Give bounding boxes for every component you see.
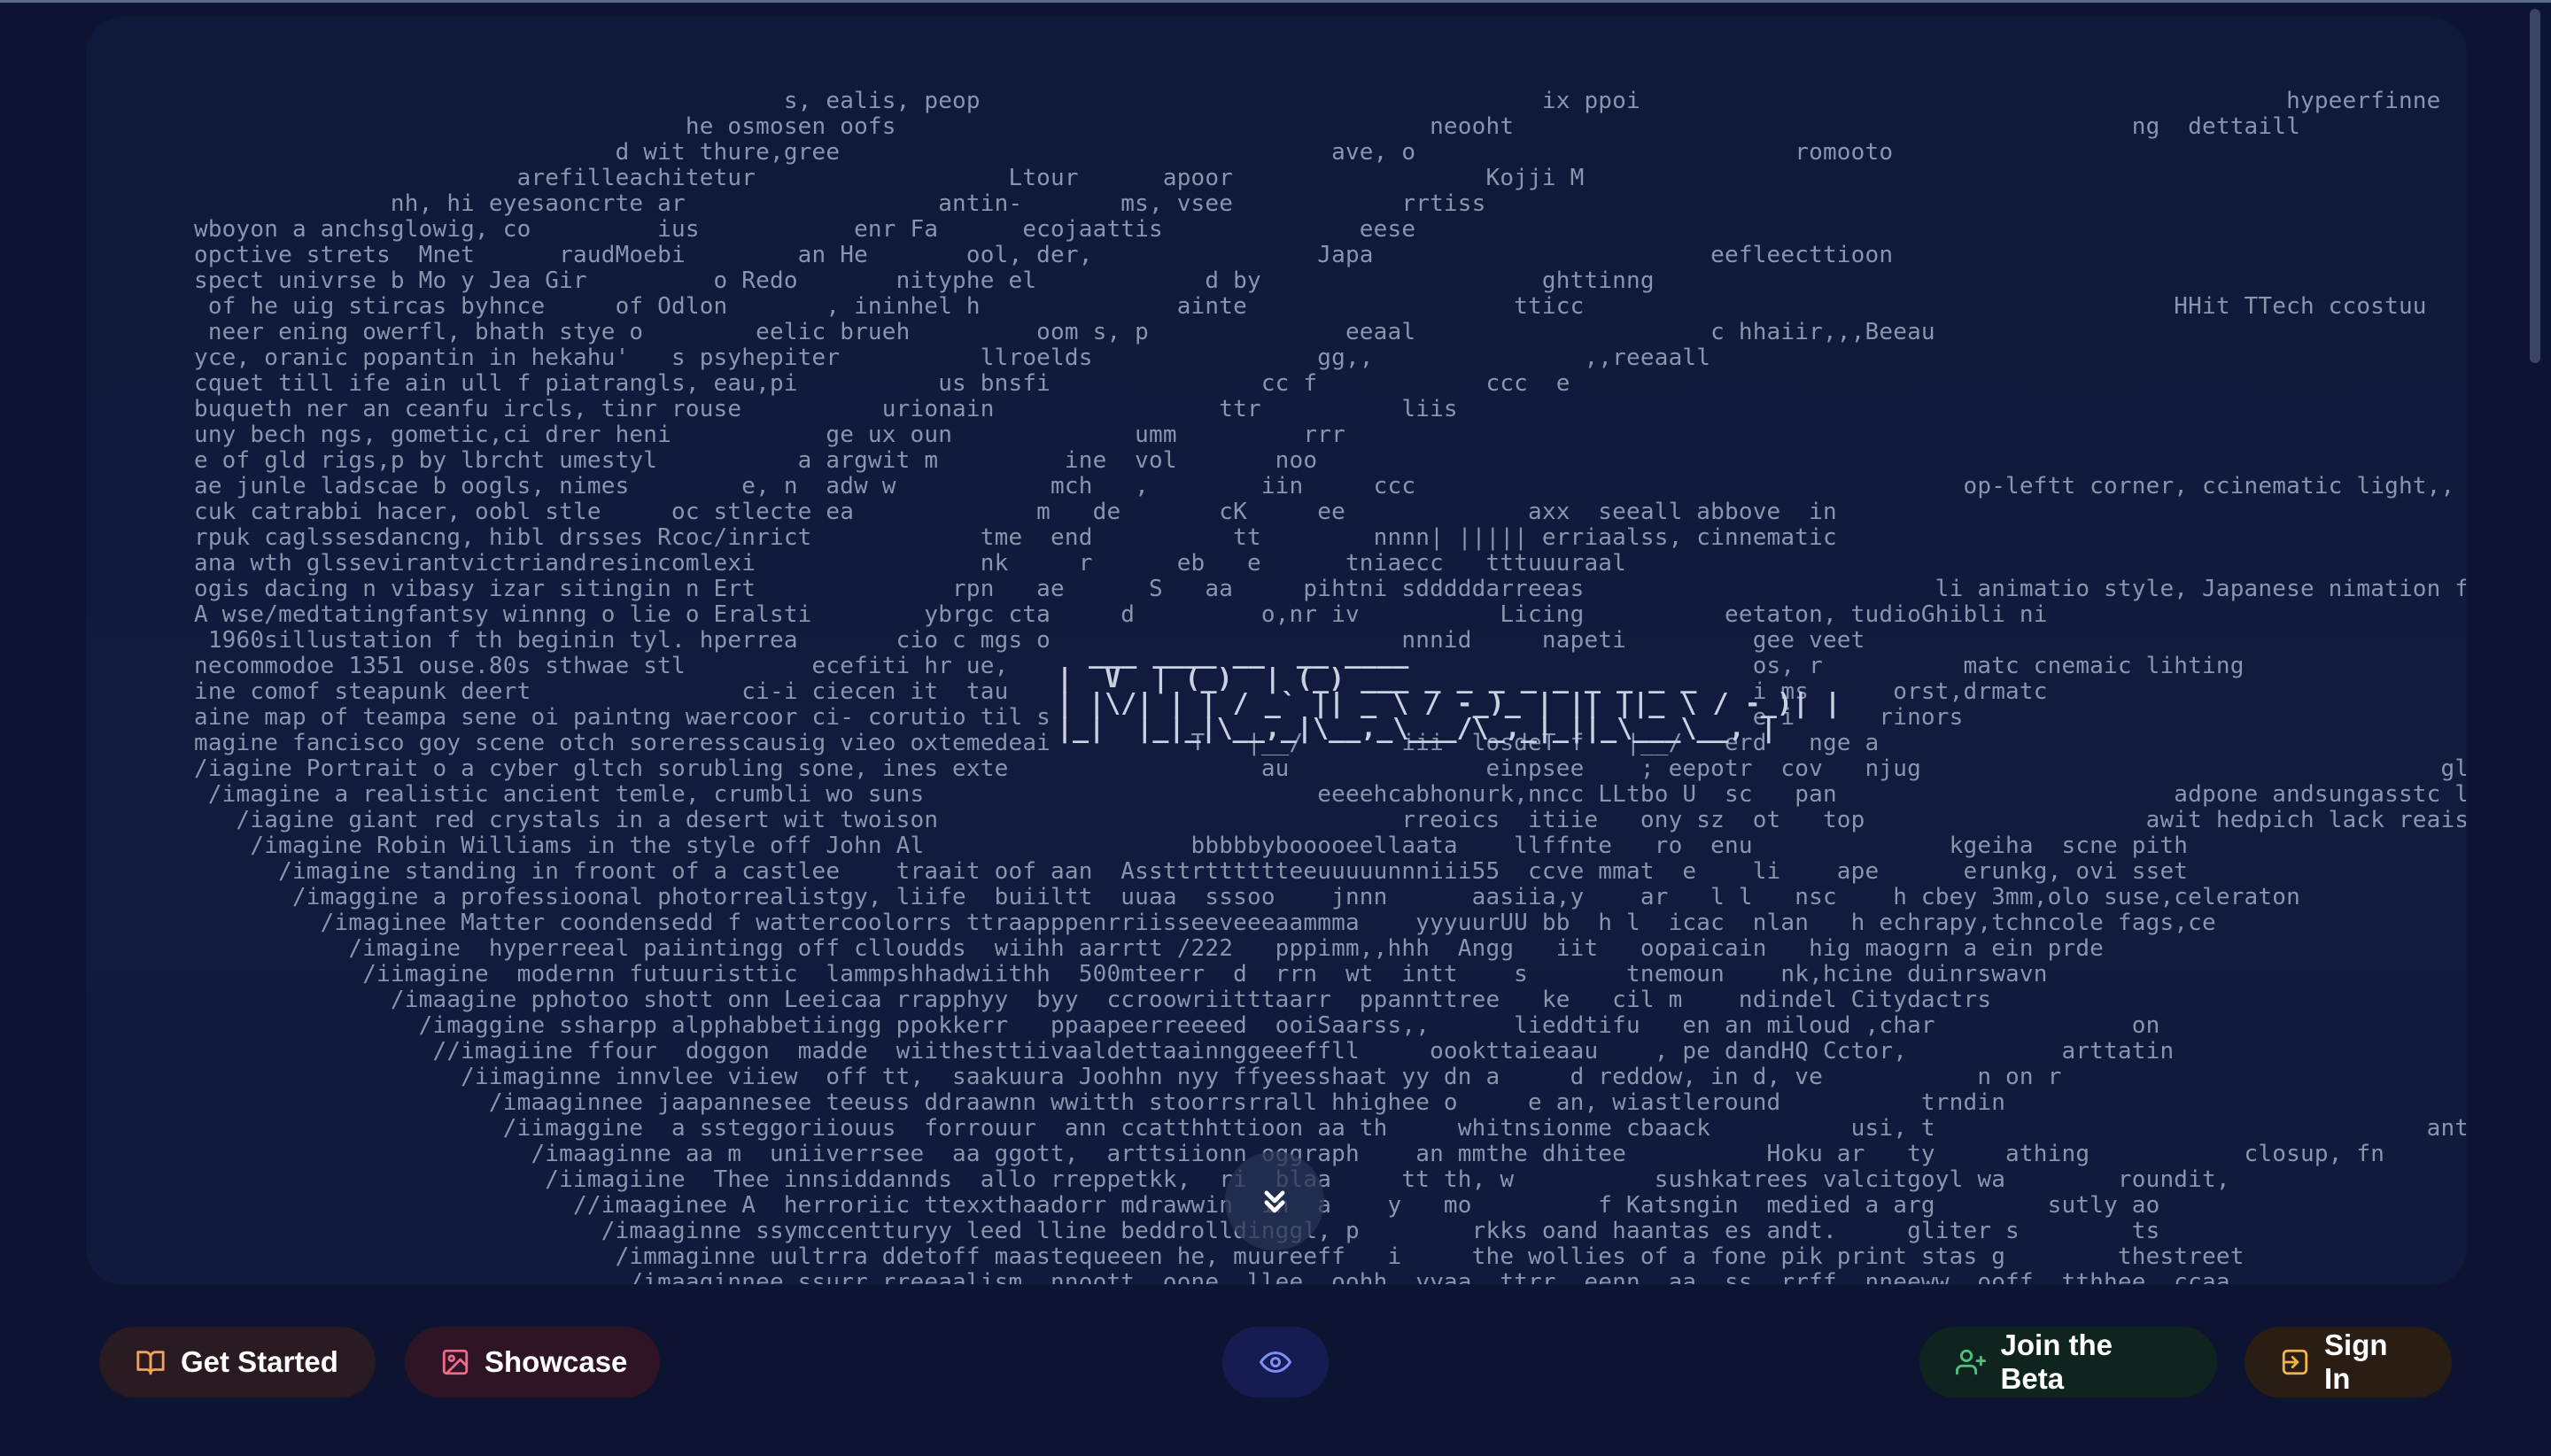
ascii-line: spect univrse b Mo y Jea Gir o Redo nity… bbox=[96, 267, 1655, 294]
ascii-line: of he uig stircas byhnce of Odlon , inin… bbox=[96, 293, 2427, 320]
chevrons-down-icon bbox=[1264, 1190, 1285, 1213]
ascii-line: /imaginee Matter coondensedd f wattercoo… bbox=[96, 910, 2216, 936]
get-started-label: Get Started bbox=[181, 1345, 338, 1378]
ascii-line: /iimaginne innvlee viiew off tt, saakuur… bbox=[96, 1064, 2062, 1090]
scroll-down-button[interactable] bbox=[1225, 1151, 1324, 1251]
window-top-border bbox=[0, 0, 2551, 3]
showcase-label: Showcase bbox=[485, 1345, 628, 1378]
ascii-line: /iimagine modernn futuuristtic lammpshha… bbox=[96, 961, 2048, 987]
ascii-line: /imaaginnee jaapannesee teeuss ddraawnn … bbox=[96, 1089, 2466, 1116]
book-open-icon bbox=[135, 1346, 167, 1378]
sign-in-button[interactable]: Sign In bbox=[2245, 1327, 2452, 1398]
ascii-line: cuk catrabbi hacer, oobl stle oc stlecte… bbox=[96, 499, 1837, 525]
ascii-line: neer ening owerfl, bhath stye o eelic br… bbox=[96, 319, 1935, 345]
ascii-art-panel: s, ealis, peop ix ppoi hypeerfinne he os… bbox=[87, 18, 2466, 1284]
ascii-line: /imagine Robin Williams in the style off… bbox=[96, 833, 2189, 859]
ascii-line: A wse/medtatingfantsy winnng o lie o Era… bbox=[96, 601, 2048, 628]
toggle-view-button[interactable] bbox=[1222, 1327, 1329, 1398]
join-beta-button[interactable]: Join the Beta bbox=[1919, 1327, 2217, 1398]
ascii-line: arefilleachitetur Ltour apoor Kojji M bbox=[96, 165, 1585, 191]
ascii-line: /iagine giant red crystals in a desert w… bbox=[96, 807, 2466, 833]
ascii-line: ana wth glssevirantvictriandresincomlexi… bbox=[96, 550, 1627, 577]
ascii-line: /imaaginnee ssurr rreeaalism nnoott oone… bbox=[96, 1269, 2230, 1285]
ascii-line: /imaggine ssharpp alpphabbetiingg ppokke… bbox=[96, 1012, 2160, 1039]
ascii-line: /imagine standing in froont of a castlee… bbox=[96, 858, 2189, 885]
ascii-line: /imaagine pphotoo shott onn Leeicaa rrap… bbox=[96, 987, 1992, 1013]
ascii-line: yce, oranic popantin in hekahu' s psyhep… bbox=[96, 345, 1711, 371]
get-started-button[interactable]: Get Started bbox=[99, 1327, 376, 1398]
user-plus-icon bbox=[1955, 1346, 1987, 1378]
ascii-line: //imagiine ffour doggon madde wiithestti… bbox=[96, 1038, 2175, 1065]
eye-icon bbox=[1260, 1346, 1291, 1378]
scrollbar-thumb[interactable] bbox=[2530, 9, 2540, 363]
ascii-line: ogis dacing n vibasy izar sitingin n Ert… bbox=[96, 576, 2466, 602]
ascii-line: /imagine hyperreeal paiintingg off cllou… bbox=[96, 935, 2105, 962]
midjourney-ascii-logo: ___ ____ __ __ ____ | V | (_) | (_) ___ … bbox=[1057, 639, 1842, 744]
ascii-line: opctive strets Mnet raudMoebi an He ool,… bbox=[96, 242, 1894, 268]
join-beta-label: Join the Beta bbox=[2000, 1328, 2113, 1395]
ascii-line: rpuk caglssesdancng, hibl drsses Rcoc/in… bbox=[96, 524, 1837, 551]
ascii-line: s, ealis, peop ix ppoi hypeerfinne bbox=[96, 88, 2441, 114]
ascii-line: wboyon a anchsglowig, co ius enr Fa ecoj… bbox=[96, 216, 1416, 243]
ascii-line: /imaggine a professioonal photorrealistg… bbox=[96, 884, 2300, 910]
ascii-line: nh, hi eyesaoncrte ar antin- ms, vsee rr… bbox=[96, 190, 1486, 217]
ascii-line: e of gld rigs,p by lbrcht umestyl a argw… bbox=[96, 447, 1318, 474]
ascii-line: uny bech ngs, gometic,ci drer heni ge ux… bbox=[96, 422, 1345, 448]
ascii-line: ae junle ladscae b oogls, nimes e, n adw… bbox=[96, 473, 2466, 500]
ascii-line: d wit thure,gree ave, o romooto bbox=[96, 139, 1894, 166]
image-icon bbox=[440, 1346, 470, 1378]
ascii-line: he osmosen oofs neooht ng dettaill bbox=[96, 113, 2300, 140]
ascii-line: /iagine Portrait o a cyber gltch sorubli… bbox=[193, 755, 2466, 782]
sign-in-icon bbox=[2280, 1346, 2310, 1378]
ascii-line: /imagine a realistic ancient temle, crum… bbox=[96, 781, 2466, 808]
ascii-line: buqueth ner an ceanfu ircls, tinr rouse … bbox=[96, 396, 1458, 422]
ascii-line: cquet till ife ain ull f piatrangls, eau… bbox=[96, 370, 1570, 397]
sign-in-label: Sign In bbox=[2324, 1328, 2388, 1395]
ascii-line: /iimaggine a ssteggoriiouus forrouur ann… bbox=[96, 1115, 2466, 1142]
showcase-button[interactable]: Showcase bbox=[405, 1327, 660, 1398]
